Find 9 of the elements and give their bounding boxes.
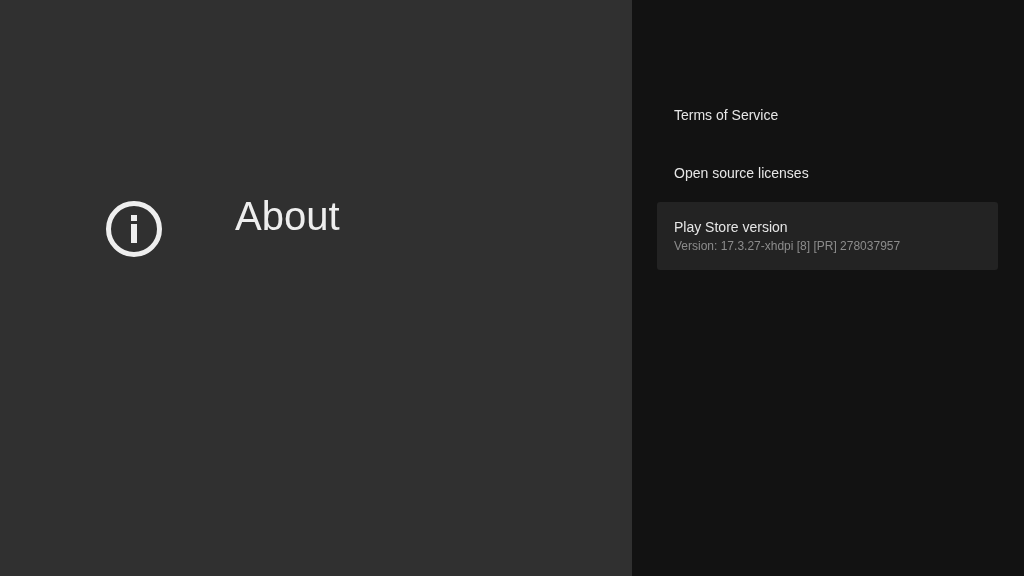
item-subtitle: Version: 17.3.27-xhdpi [8] [PR] 278037957 <box>674 239 902 253</box>
item-title: Open source licenses <box>674 165 810 181</box>
item-title: Terms of Service <box>674 107 780 123</box>
settings-item[interactable]: Play Store version Version: 17.3.27-xhdpi [8] [PR] 278037957 <box>657 202 998 270</box>
item-title: Play Store version <box>674 219 789 235</box>
info-icon <box>105 200 163 258</box>
settings-item[interactable]: Open source licenses <box>657 144 998 202</box>
settings-item[interactable]: Terms of Service <box>657 86 998 144</box>
page-title: About <box>235 194 340 238</box>
